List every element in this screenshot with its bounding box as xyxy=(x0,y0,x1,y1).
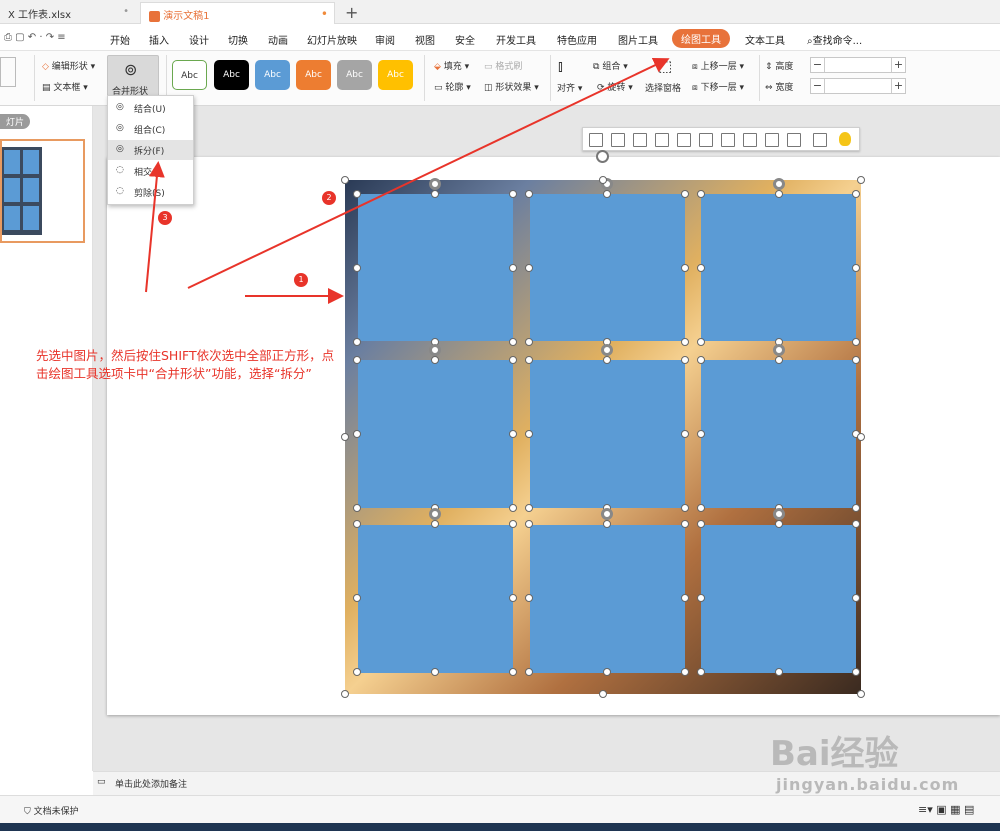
watermark-brand: Bai经验 xyxy=(770,734,899,774)
watermark-url: jingyan.baidu.com xyxy=(776,775,960,794)
notes-placeholder[interactable]: 单击此处添加备注 xyxy=(115,777,187,790)
status-bar: ⛉ 文档未保护 ≡▾ ▣ ▦ ▤ xyxy=(0,795,1000,823)
step-badge-3: 3 xyxy=(158,211,172,225)
os-taskbar xyxy=(0,823,1000,831)
arrow-3 xyxy=(145,161,165,293)
step-badge-1: 1 xyxy=(294,273,308,287)
protection-label: 文档未保护 xyxy=(33,807,79,817)
document-protection-status[interactable]: ⛉ 文档未保护 xyxy=(24,804,79,817)
instruction-annotation: 先选中图片，然后按住SHIFT依次选中全部正方形，点击绘图工具选项卡中“合并形状… xyxy=(36,348,335,381)
notes-icon: ▭ xyxy=(97,777,106,787)
watermark: Bai经验 jingyan.baidu.com xyxy=(770,726,959,794)
arrow-2 xyxy=(187,57,670,289)
shield-icon: ⛉ xyxy=(24,807,31,817)
annotation-arrows xyxy=(145,57,670,304)
step-badge-2: 2 xyxy=(322,191,336,205)
view-mode-icons[interactable]: ≡▾ ▣ ▦ ▤ xyxy=(918,803,974,816)
